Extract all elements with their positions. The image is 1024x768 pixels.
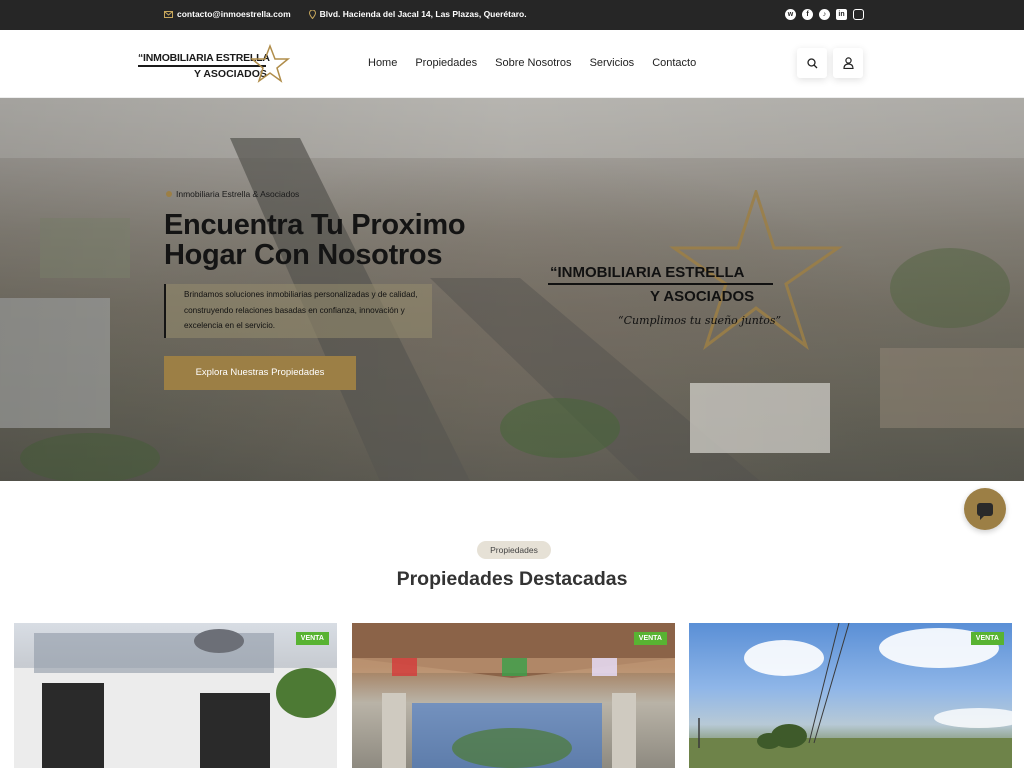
main-nav: Home Propiedades Sobre Nosotros Servicio… xyxy=(368,57,696,69)
chat-button[interactable] xyxy=(964,488,1006,530)
mail-icon xyxy=(164,10,173,18)
section-title: Propiedades Destacadas xyxy=(396,568,628,590)
tiktok-icon[interactable]: ♪ xyxy=(819,9,830,20)
section-pill: Propiedades xyxy=(477,541,551,559)
search-icon xyxy=(806,57,817,68)
property-image xyxy=(14,629,337,768)
sale-badge: VENTA xyxy=(633,632,667,645)
hero-title-line2: Hogar Con Nosotros xyxy=(164,239,443,271)
instagram-icon[interactable] xyxy=(853,9,864,20)
location-pin-icon xyxy=(308,9,316,19)
property-card[interactable]: VENTA xyxy=(352,623,675,768)
top-bar: contacto@inmoestrella.com Blvd. Hacienda… xyxy=(0,0,1024,30)
hero-overlay xyxy=(0,98,1024,481)
whatsapp-icon[interactable]: w xyxy=(785,9,796,20)
hero-eyebrow: Inmobiliaria Estrella & Asociados xyxy=(176,189,300,199)
hero-title-line1: Encuentra Tu Proximo xyxy=(164,209,466,241)
search-button[interactable] xyxy=(797,48,827,78)
address-contact: Blvd. Hacienda del Jacal 14, Las Plazas,… xyxy=(308,9,527,19)
account-button[interactable] xyxy=(833,48,863,78)
nav-contacto[interactable]: Contacto xyxy=(652,57,696,69)
sale-badge: VENTA xyxy=(970,632,1004,645)
user-icon xyxy=(842,57,854,69)
hero-title: Encuentra Tu Proximo Hogar Con Nosotros xyxy=(164,209,466,271)
email-text: contacto@inmoestrella.com xyxy=(177,9,291,19)
nav-propiedades[interactable]: Propiedades xyxy=(415,57,477,69)
hero-logo-rule xyxy=(548,283,773,285)
property-card[interactable]: VENTA xyxy=(14,623,337,768)
sale-badge: VENTA xyxy=(295,632,329,645)
linkedin-icon[interactable]: in xyxy=(836,9,847,20)
property-image xyxy=(689,623,1012,768)
logo-rule xyxy=(138,65,266,67)
hero-overlay-logo: “INMOBILIARIA ESTRELLA Y ASOCIADOS “Cump… xyxy=(546,190,846,350)
nav-home[interactable]: Home xyxy=(368,57,397,69)
facebook-icon[interactable]: f xyxy=(802,9,813,20)
star-icon xyxy=(250,44,290,83)
property-image xyxy=(352,623,675,768)
property-card[interactable]: VENTA xyxy=(689,623,1012,768)
explore-properties-button[interactable]: Explora Nuestras Propiedades xyxy=(164,356,356,390)
site-header: “INMOBILIARIA ESTRELLA Y ASOCIADOS Home … xyxy=(0,30,1024,98)
hero-logo-line2: Y ASOCIADOS xyxy=(650,288,755,305)
social-links: w f ♪ in xyxy=(785,9,864,20)
email-contact[interactable]: contacto@inmoestrella.com xyxy=(164,9,291,19)
hero-section: Inmobiliaria Estrella & Asociados Encuen… xyxy=(0,98,1024,481)
contact-info: contacto@inmoestrella.com Blvd. Hacienda… xyxy=(164,9,527,19)
site-logo[interactable]: “INMOBILIARIA ESTRELLA Y ASOCIADOS xyxy=(138,44,290,84)
hero-logo-tagline: “Cumplimos tu sueño juntos” xyxy=(618,314,782,327)
chat-bubble-icon xyxy=(977,502,993,520)
address-text: Blvd. Hacienda del Jacal 14, Las Plazas,… xyxy=(319,9,527,19)
eyebrow-dot-icon xyxy=(166,191,172,197)
hero-logo-line1: “INMOBILIARIA ESTRELLA xyxy=(550,264,745,281)
nav-servicios[interactable]: Servicios xyxy=(590,57,635,69)
nav-sobre-nosotros[interactable]: Sobre Nosotros xyxy=(495,57,571,69)
hero-description: Brindamos soluciones inmobiliarias perso… xyxy=(164,284,432,338)
